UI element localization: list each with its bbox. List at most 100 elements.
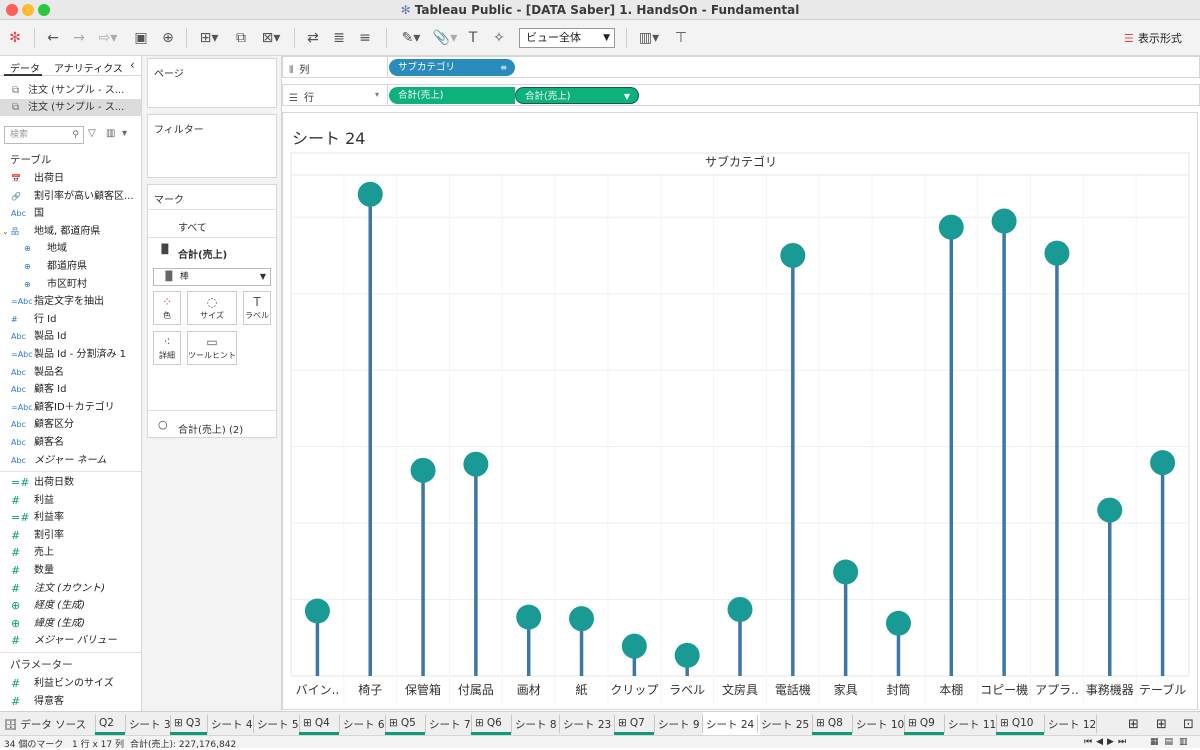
sheet-tab[interactable]: 🗄 データ ソース — [4, 717, 86, 732]
field-item[interactable]: ⊕ 地域 — [0, 240, 141, 258]
field-item[interactable]: =Abc 製品 Id - 分割済み 1 — [0, 346, 141, 364]
field-item[interactable]: # 利益ビンのサイズ — [0, 675, 141, 693]
show-me-button[interactable]: ☰ 表示形式 — [1124, 30, 1182, 46]
field-item[interactable]: =Abc 指定文字を抽出 — [0, 293, 141, 311]
field-item[interactable]: # メジャー バリュー — [0, 632, 141, 650]
sheet-tab[interactable]: シート 6 — [343, 717, 385, 732]
field-item[interactable]: Abc 顧客 Id — [0, 381, 141, 399]
field-item[interactable]: # 利益 — [0, 492, 141, 510]
lollipop-dot[interactable] — [885, 610, 911, 636]
field-item[interactable]: Abc 国 — [0, 205, 141, 223]
lollipop-dot[interactable] — [621, 633, 647, 659]
field-item[interactable]: =Abc 顧客ID＋カテゴリ — [0, 399, 141, 417]
sort-descending-icon[interactable]: ≡ — [354, 28, 376, 48]
undo-icon[interactable]: ← — [42, 28, 64, 48]
tooltip-button[interactable]: ▭ ツールヒント — [187, 331, 237, 365]
new-datasource-icon[interactable]: ⊕ — [157, 28, 179, 48]
columns-shelf[interactable]: ⦀ 列 サブカテゴリ ≡ — [282, 56, 1200, 78]
sheet-tab[interactable]: ⊞ Q8 — [816, 717, 843, 729]
field-item[interactable]: Abc 製品名 — [0, 364, 141, 382]
presentation-mode-icon[interactable]: ⊤ — [670, 28, 692, 48]
datasource-item[interactable]: ⧉ 注文 (サンプル - ス... — [0, 82, 141, 99]
sheet-tab[interactable]: シート 5 — [257, 717, 299, 732]
duplicate-sheet-icon[interactable]: ⧉ — [230, 28, 252, 48]
rows-pill-sum-sales-2[interactable]: 合計(売上) ▼ — [515, 87, 639, 104]
rows-shelf[interactable]: ☰ 行 ▾ 合計(売上) 合計(売上) ▼ — [282, 84, 1200, 106]
new-worksheet-icon[interactable]: ⊞▾ — [194, 28, 224, 48]
lollipop-dot[interactable] — [569, 606, 595, 632]
mark-type-select[interactable]: ▐▌ 棒 ▼ — [153, 268, 271, 286]
save-icon[interactable]: ▣ — [130, 28, 152, 48]
new-worksheet-icon[interactable]: ⊞ — [1128, 717, 1139, 732]
field-item[interactable]: # 注文 (カウント) — [0, 580, 141, 598]
field-item[interactable]: # 割引率 — [0, 527, 141, 545]
sheet-tab[interactable]: シート 3 — [129, 717, 171, 732]
pane-menu-icon[interactable]: ▾ — [122, 128, 127, 139]
sheet-tab[interactable]: シート 9 — [658, 717, 700, 732]
lollipop-dot[interactable] — [410, 457, 436, 483]
lollipop-dot[interactable] — [357, 181, 383, 207]
sheet-tab[interactable]: ⊞ Q7 — [618, 717, 645, 729]
marks-all-tab[interactable]: すべて — [178, 219, 207, 234]
sheet-tab[interactable]: ⊞ Q5 — [389, 717, 416, 729]
lollipop-dot[interactable] — [833, 559, 859, 585]
sheet-navigation-arrows[interactable]: ⏮◀▶⏭ — [1084, 737, 1130, 747]
filters-card[interactable]: フィルター — [147, 114, 277, 178]
field-item[interactable]: # 数量 — [0, 562, 141, 580]
view-mode-icons[interactable]: ▦▤▥ — [1150, 737, 1194, 747]
field-item[interactable]: Abc メジャー ネーム — [0, 452, 141, 470]
rows-pill-sum-sales-1[interactable]: 合計(売上) — [389, 87, 515, 104]
marks-sum-sales-tab[interactable]: 合計(売上) — [178, 246, 227, 261]
view-toggle-icon[interactable]: ▥ — [106, 128, 115, 139]
highlight-icon[interactable]: ✎▾ — [396, 28, 426, 48]
field-item[interactable]: ⊕ 経度 (生成) — [0, 597, 141, 615]
field-item[interactable]: 📅 出荷日 — [0, 170, 141, 188]
field-item[interactable]: Abc 顧客名 — [0, 434, 141, 452]
field-item[interactable]: # 得意客 — [0, 693, 141, 711]
fix-axes-icon[interactable]: ✧ — [488, 28, 510, 48]
expand-chevron-icon[interactable]: ⌄ — [2, 223, 9, 241]
redo-icon[interactable]: → — [68, 28, 90, 48]
field-item[interactable]: Abc 顧客区分 — [0, 416, 141, 434]
lollipop-dot[interactable] — [938, 214, 964, 240]
sheet-tab[interactable]: シート 11 — [948, 717, 996, 732]
collapse-pane-icon[interactable]: ‹ — [130, 58, 135, 72]
show-labels-icon[interactable]: T — [462, 28, 484, 48]
lollipop-dot[interactable] — [991, 208, 1017, 234]
sheet-tab[interactable]: シート 7 — [429, 717, 471, 732]
lollipop-dot[interactable] — [1097, 497, 1123, 523]
field-item[interactable]: ⊕ 都道府県 — [0, 258, 141, 276]
sort-ascending-icon[interactable]: ≣ — [328, 28, 350, 48]
sheet-tab[interactable]: ⊞ Q3 — [174, 717, 201, 729]
sheet-tab[interactable]: ⊞ Q10 — [1000, 717, 1033, 729]
lollipop-dot[interactable] — [1044, 240, 1070, 266]
show-cards-icon[interactable]: ▥▾ — [634, 28, 664, 48]
pages-card[interactable]: ページ — [147, 58, 277, 108]
sheet-tab[interactable]: シート 12 — [1048, 717, 1096, 732]
field-item[interactable]: ⌄ 品 地域, 都道府県 — [0, 223, 141, 241]
label-button[interactable]: T ラベル — [243, 291, 271, 325]
lollipop-dot[interactable] — [780, 242, 806, 268]
lollipop-dot[interactable] — [727, 596, 753, 622]
field-item[interactable]: ⊕ 緯度 (生成) — [0, 615, 141, 633]
field-search-input[interactable]: 検索 ⚲ — [4, 126, 84, 144]
lollipop-dot[interactable] — [674, 642, 700, 668]
sheet-tab[interactable]: ⊞ Q9 — [908, 717, 935, 729]
group-members-icon[interactable]: 📎▾ — [430, 28, 460, 48]
lollipop-dot[interactable] — [463, 451, 489, 477]
sheet-tab[interactable]: ⊞ Q6 — [475, 717, 502, 729]
field-item[interactable]: =# 出荷日数 — [0, 474, 141, 492]
filter-icon[interactable]: ▽ — [88, 128, 96, 139]
columns-pill-subcategory[interactable]: サブカテゴリ ≡ — [389, 59, 515, 76]
new-dashboard-icon[interactable]: ⊞ — [1156, 717, 1167, 732]
sheet-tab[interactable]: シート 8 — [515, 717, 557, 732]
lollipop-dot[interactable] — [304, 598, 330, 624]
field-item[interactable]: # 行 Id — [0, 311, 141, 329]
lollipop-dot[interactable] — [1150, 450, 1176, 476]
sheet-tab-active[interactable]: シート 24 — [706, 717, 754, 732]
chevron-down-icon[interactable]: ▾ — [375, 90, 379, 99]
sheet-tab[interactable]: シート 25 — [761, 717, 809, 732]
sheet-tab[interactable]: シート 23 — [563, 717, 611, 732]
replay-icon[interactable]: ⇨▾ — [94, 28, 122, 48]
view-fit-select[interactable]: ビュー全体 ▼ — [519, 28, 615, 48]
